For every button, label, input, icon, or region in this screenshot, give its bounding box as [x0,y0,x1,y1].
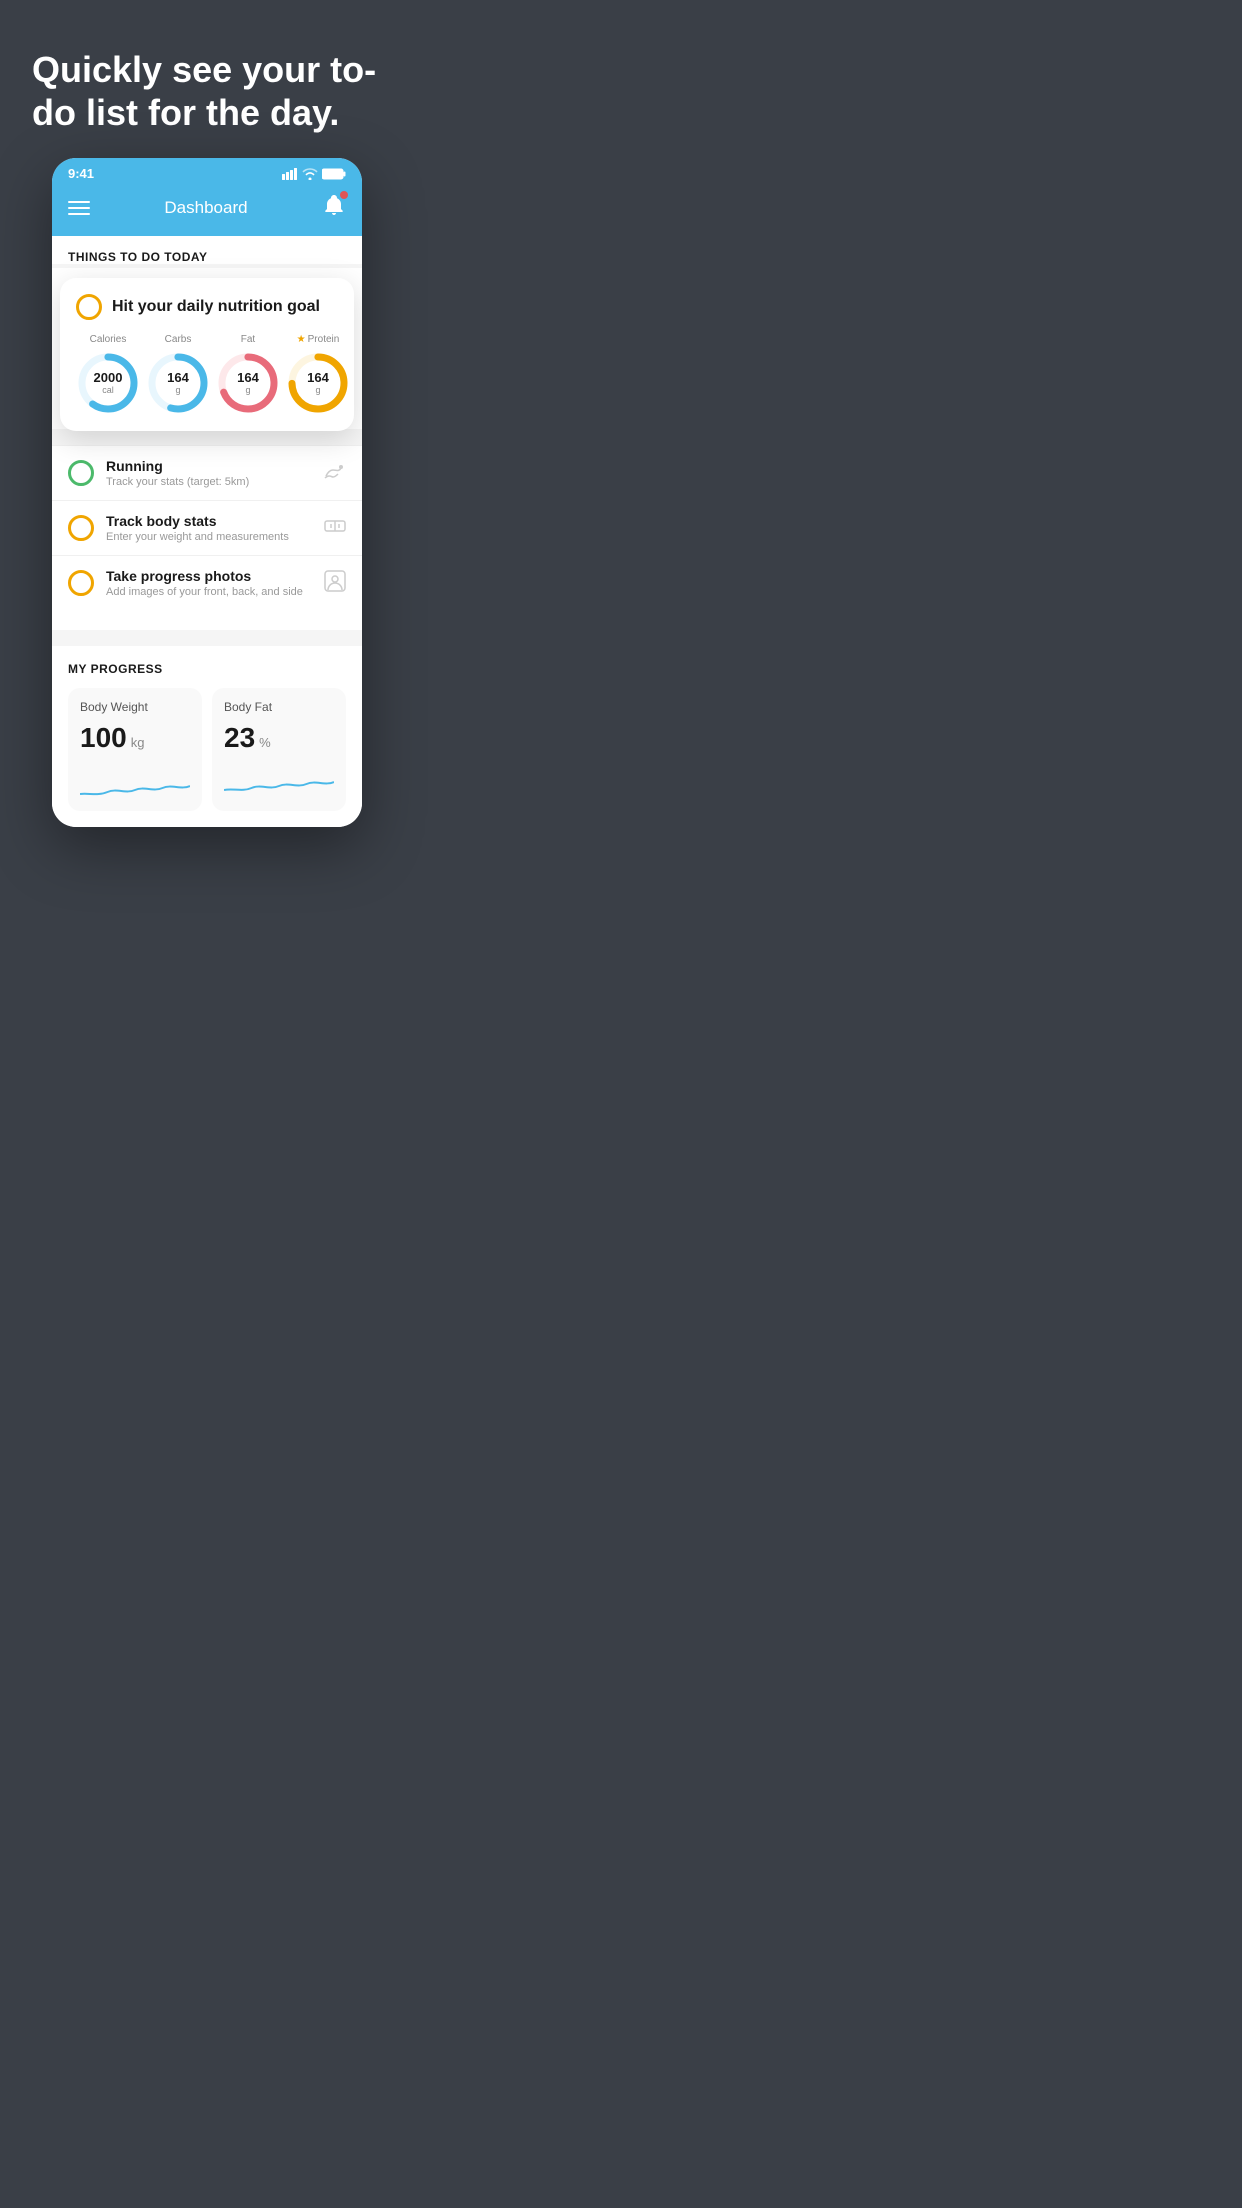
progress-section-title: MY PROGRESS [68,662,346,676]
nutrition-card-header: Hit your daily nutrition goal [76,294,338,320]
nutrition-grid: Calories 2000 cal [76,334,338,415]
progress-photos-title: Take progress photos [106,568,312,584]
fat-donut: 164 g [216,351,280,415]
protein-value: 164 [307,371,329,385]
body-fat-unit: % [259,735,271,750]
body-fat-card-title: Body Fat [224,700,334,714]
nutrition-checkbox[interactable] [76,294,102,320]
todo-list: Running Track your stats (target: 5km) T… [52,445,362,610]
phone-mockup: 9:41 [52,158,362,827]
fat-unit: g [237,386,259,396]
progress-photos-icon [324,570,346,597]
body-stats-title: Track body stats [106,513,312,529]
header-title: Dashboard [164,198,247,218]
app-header: Dashboard [52,185,362,236]
body-stats-checkbox[interactable] [68,515,94,541]
calories-label: Calories [90,334,127,345]
nutrition-card: Hit your daily nutrition goal Calories [60,278,354,431]
hamburger-menu-button[interactable] [68,201,90,215]
status-icons [282,168,346,180]
things-section-header: THINGS TO DO TODAY [52,236,362,264]
carbs-label: Carbs [165,334,192,345]
running-icon [324,462,346,485]
progress-card-weight[interactable]: Body Weight 100 kg [68,688,202,811]
body-stats-icon [324,517,346,540]
notification-bell-button[interactable] [322,193,346,222]
carbs-unit: g [167,386,189,396]
things-section-title: THINGS TO DO TODAY [68,250,346,264]
protein-unit: g [307,386,329,396]
progress-photos-checkbox[interactable] [68,570,94,596]
battery-icon [322,168,346,180]
status-bar: 9:41 [52,158,362,185]
signal-icon [282,168,298,180]
calories-donut: 2000 cal [76,351,140,415]
running-checkbox[interactable] [68,460,94,486]
running-subtitle: Track your stats (target: 5km) [106,476,312,488]
body-weight-value-row: 100 kg [80,722,190,754]
carbs-value: 164 [167,371,189,385]
nutrition-calories: Calories 2000 cal [76,334,140,415]
body-weight-chart [80,766,190,806]
body-fat-value: 23 [224,722,255,754]
wifi-icon [302,168,318,180]
nutrition-protein: ★ Protein 164 g [286,334,350,415]
progress-photos-subtitle: Add images of your front, back, and side [106,586,312,598]
notification-dot [340,191,348,199]
hero-section: Quickly see your to-do list for the day. [0,0,414,158]
nutrition-card-title: Hit your daily nutrition goal [112,298,320,316]
progress-card-fat[interactable]: Body Fat 23 % [212,688,346,811]
calories-unit: cal [94,386,123,396]
carbs-donut: 164 g [146,351,210,415]
protein-label: Protein [308,334,340,345]
body-weight-value: 100 [80,722,127,754]
body-weight-card-title: Body Weight [80,700,190,714]
body-stats-subtitle: Enter your weight and measurements [106,531,312,543]
nutrition-fat: Fat 164 g [216,334,280,415]
star-icon: ★ [297,334,306,345]
progress-section: MY PROGRESS Body Weight 100 kg Body Fat [52,646,362,827]
protein-label-row: ★ Protein [297,334,340,345]
body-fat-value-row: 23 % [224,722,334,754]
todo-item-body-stats[interactable]: Track body stats Enter your weight and m… [52,500,362,555]
nutrition-carbs: Carbs 164 g [146,334,210,415]
todo-item-running[interactable]: Running Track your stats (target: 5km) [52,445,362,500]
body-weight-unit: kg [131,735,145,750]
status-time: 9:41 [68,166,94,181]
fat-value: 164 [237,371,259,385]
fat-label: Fat [241,334,255,345]
body-fat-chart [224,766,334,806]
todo-item-progress-photos[interactable]: Take progress photos Add images of your … [52,555,362,610]
progress-cards: Body Weight 100 kg Body Fat 23 % [68,688,346,811]
protein-donut: 164 g [286,351,350,415]
body-stats-text: Track body stats Enter your weight and m… [106,513,312,543]
progress-photos-text: Take progress photos Add images of your … [106,568,312,598]
calories-value: 2000 [94,371,123,385]
running-text: Running Track your stats (target: 5km) [106,458,312,488]
running-title: Running [106,458,312,474]
hero-title: Quickly see your to-do list for the day. [32,48,382,134]
